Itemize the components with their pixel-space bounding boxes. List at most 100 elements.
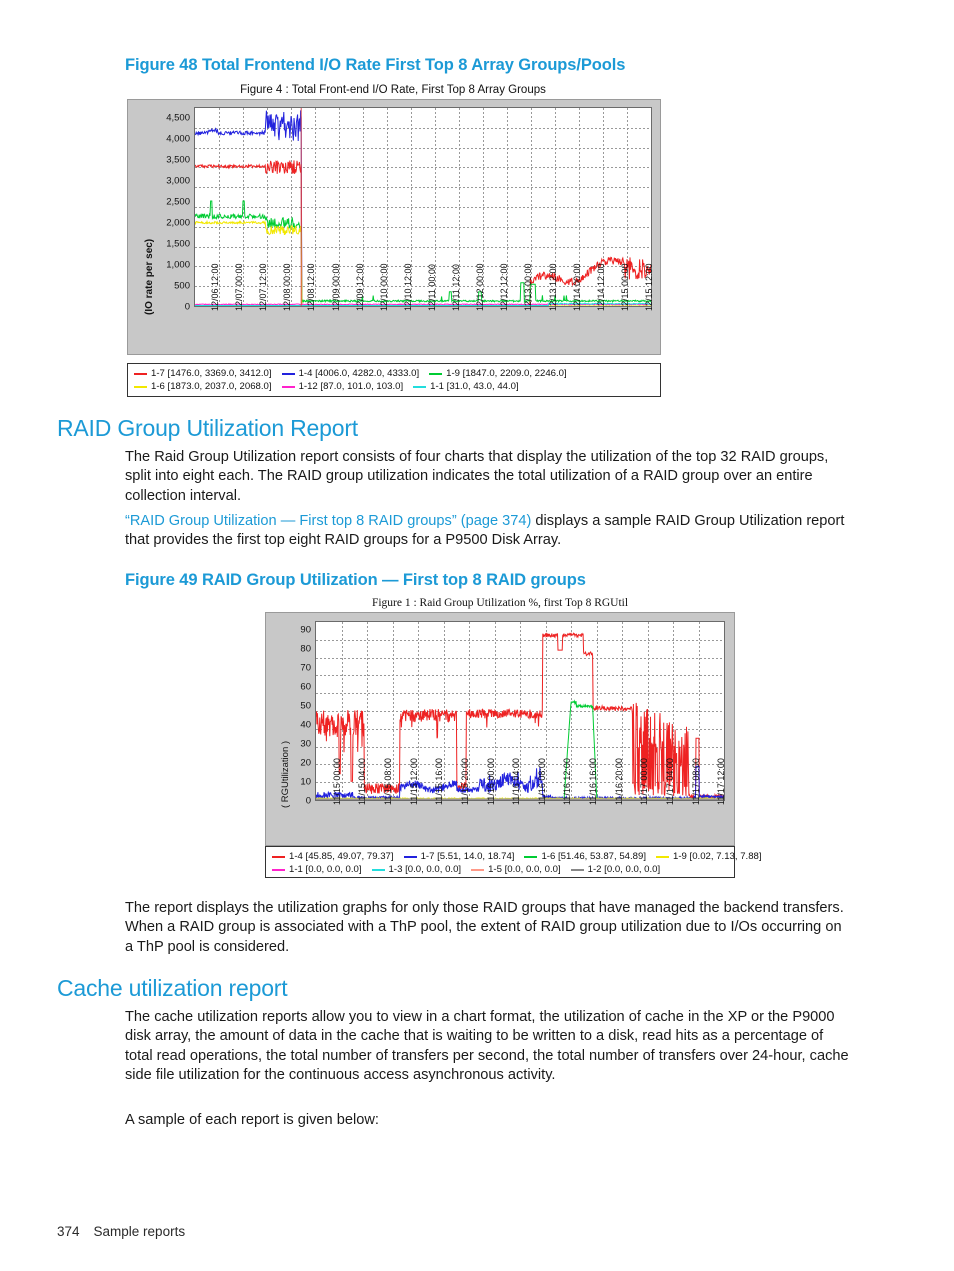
legend-row: 1-6 [1873.0, 2037.0, 2068.0] 1-12 [87.0, … <box>134 380 654 393</box>
legend-item-1-2[interactable]: 1-2 [0.0, 0.0, 0.0] <box>570 864 661 875</box>
x-tick-label: 12/08 00:00 <box>282 263 293 311</box>
y-tick-label: 2,500 <box>166 196 190 208</box>
x-tick-label: 11/15 04:00 <box>357 758 368 805</box>
figure-48-caption: Figure 48 Total Frontend I/O Rate First … <box>125 56 626 74</box>
legend-color-swatch-icon <box>570 868 584 871</box>
x-tick-label: 12/06 12:00 <box>210 263 221 311</box>
legend-color-swatch-icon <box>272 868 285 871</box>
y-tick-label: 50 <box>300 700 311 712</box>
x-tick-label: 12/07 00:00 <box>234 263 245 311</box>
legend-color-swatch-icon <box>471 868 485 871</box>
legend-item-1-9[interactable]: 1-9 [0.02, 7.13, 7.88] <box>656 851 762 862</box>
y-tick-label: 80 <box>300 643 311 655</box>
legend-item-label: 1-9 [1847.0, 2209.0, 2246.0] <box>446 368 567 379</box>
legend-item-1-4[interactable]: 1-4 [4006.0, 4282.0, 4333.0] <box>281 368 420 379</box>
footer-page-number: 374 <box>57 1224 80 1239</box>
y-tick-label: 2,000 <box>166 217 190 229</box>
y-tick-label: 70 <box>300 662 311 674</box>
x-tick-label: 11/15 08:00 <box>383 758 394 805</box>
x-tick-label: 12/13 00:00 <box>523 263 534 311</box>
y-tick-label: 0 <box>184 301 190 313</box>
legend-item-1-6[interactable]: 1-6 [51.46, 53.87, 54.89] <box>524 851 646 862</box>
x-tick-label: 12/10 12:00 <box>402 263 413 311</box>
x-tick-label: 12/15 12:00 <box>643 263 654 311</box>
x-tick-label: 11/17 08:00 <box>690 758 701 805</box>
y-tick-label: 3,500 <box>166 154 190 166</box>
link-raid-group-utilization[interactable]: “RAID Group Utilization — First top 8 RA… <box>125 513 531 529</box>
x-tick-label: 12/07 12:00 <box>258 263 269 311</box>
y-tick-label: 20 <box>300 757 311 769</box>
paragraph-raid-1: The Raid Group Utilization report consis… <box>125 449 829 504</box>
legend-item-label: 1-3 [0.0, 0.0, 0.0] <box>388 864 462 875</box>
y-tick-label: 4,000 <box>166 133 190 145</box>
y-tick-label: 1,000 <box>166 259 190 271</box>
x-tick-label: 11/15 20:00 <box>459 758 470 805</box>
legend-item-1-3[interactable]: 1-3 [0.0, 0.0, 0.0] <box>371 864 462 875</box>
legend-color-swatch-icon <box>413 385 427 388</box>
legend-item-1-5[interactable]: 1-5 [0.0, 0.0, 0.0] <box>471 864 561 875</box>
heading-cache-utilization-report: Cache utilization report <box>57 975 288 1001</box>
y-tick-label: 500 <box>174 280 190 292</box>
legend-item-1-1[interactable]: 1-1 [0.0, 0.0, 0.0] <box>272 864 362 875</box>
y-tick-label: 3,000 <box>166 175 190 187</box>
x-tick-label: 11/16 08:00 <box>536 758 547 805</box>
x-tick-label: 12/13 12:00 <box>547 263 558 311</box>
y-tick-label: 0 <box>305 795 311 807</box>
x-tick-label: 12/15 00:00 <box>619 263 630 311</box>
paragraph-raid-2: “RAID Group Utilization — First top 8 RA… <box>125 512 851 551</box>
legend-item-1-4[interactable]: 1-4 [45.85, 49.07, 79.37] <box>272 851 394 862</box>
x-tick-label: 12/11 12:00 <box>451 264 462 311</box>
legend-item-1-7[interactable]: 1-7 [5.51, 14.0, 18.74] <box>403 851 515 862</box>
x-tick-label: 11/16 16:00 <box>588 758 599 805</box>
legend-color-swatch-icon <box>281 385 295 388</box>
figure-49-legend: 1-4 [45.85, 49.07, 79.37] 1-7 [5.51, 14.0… <box>265 846 762 878</box>
legend-item-label: 1-12 [87.0, 101.0, 103.0] <box>298 381 404 392</box>
x-tick-label: 11/17 00:00 <box>639 758 650 805</box>
x-tick-label: 12/09 00:00 <box>330 263 341 311</box>
heading-raid-group-utilization-report: RAID Group Utilization Report <box>57 415 358 441</box>
x-tick-label: 11/16 04:00 <box>511 758 522 805</box>
x-tick-label: 11/17 04:00 <box>664 758 675 805</box>
legend-row: 1-4 [45.85, 49.07, 79.37] 1-7 [5.51, 14.0… <box>272 850 762 863</box>
legend-item-label: 1-2 [0.0, 0.0, 0.0] <box>587 864 661 875</box>
legend-color-swatch-icon <box>429 372 443 375</box>
y-tick-label: 90 <box>300 624 311 636</box>
footer-label: Sample reports <box>93 1224 186 1239</box>
legend-item-1-1[interactable]: 1-1 [31.0, 43.0, 44.0] <box>413 381 519 392</box>
legend-item-label: 1-4 [4006.0, 4282.0, 4333.0] <box>298 368 420 379</box>
legend-item-label: 1-5 [0.0, 0.0, 0.0] <box>488 864 561 875</box>
x-tick-label: 11/16 12:00 <box>562 758 573 805</box>
x-tick-label: 12/08 12:00 <box>306 263 317 311</box>
legend-color-swatch-icon <box>403 855 417 858</box>
figure-49-chart-title: Figure 1 : Raid Group Utilization %, fir… <box>371 597 629 609</box>
legend-color-swatch-icon <box>134 385 147 388</box>
legend-item-1-7[interactable]: 1-7 [1476.0, 3369.0, 3412.0] <box>134 368 272 379</box>
page-footer: 374 Sample reports <box>57 1224 185 1239</box>
legend-item-label: 1-4 [45.85, 49.07, 79.37] <box>289 851 394 862</box>
figure-48-chart: (IO rate per sec) 0 500 1,000 1,500 2,000 2,5… <box>127 99 661 355</box>
paragraph-raid-3: The report displays the utilization grap… <box>125 900 844 955</box>
y-tick-label: 30 <box>300 738 311 750</box>
legend-item-label: 1-7 [5.51, 14.0, 18.74] <box>420 851 515 862</box>
figure-48-legend: 1-7 [1476.0, 3369.0, 3412.0] 1-4 [4006.0,… <box>127 363 661 397</box>
legend-item-label: 1-1 [0.0, 0.0, 0.0] <box>289 864 362 875</box>
legend-color-swatch-icon <box>281 372 295 375</box>
y-tick-label: 40 <box>300 719 311 731</box>
x-tick-label: 12/11 00:00 <box>427 264 437 311</box>
legend-item-1-6[interactable]: 1-6 [1873.0, 2037.0, 2068.0] <box>134 381 272 392</box>
legend-item-label: 1-6 [51.46, 53.87, 54.89] <box>541 851 647 862</box>
x-tick-label: 11/16 20:00 <box>613 758 624 805</box>
legend-item-label: 1-7 [1476.0, 3369.0, 3412.0] <box>151 368 272 379</box>
x-tick-label: 11/15 12:00 <box>408 758 419 805</box>
legend-item-label: 1-9 [0.02, 7.13, 7.88] <box>673 851 762 862</box>
y-tick-label: 60 <box>300 681 311 693</box>
paragraph-cache-2: A sample of each report is given below: <box>125 1112 379 1128</box>
y-tick-label: 10 <box>300 776 311 788</box>
figure-48-chart-title: Figure 4 : Total Front-end I/O Rate, Fir… <box>240 84 546 96</box>
legend-item-1-12[interactable]: 1-12 [87.0, 101.0, 103.0] <box>281 381 404 392</box>
legend-item-1-9[interactable]: 1-9 [1847.0, 2209.0, 2246.0] <box>429 368 567 379</box>
x-tick-label: 12/14 00:00 <box>571 263 582 311</box>
x-tick-label: 12/14 12:00 <box>595 263 606 311</box>
x-tick-label: 11/17 12:00 <box>716 758 727 805</box>
legend-item-label: 1-6 [1873.0, 2037.0, 2068.0] <box>151 381 272 392</box>
